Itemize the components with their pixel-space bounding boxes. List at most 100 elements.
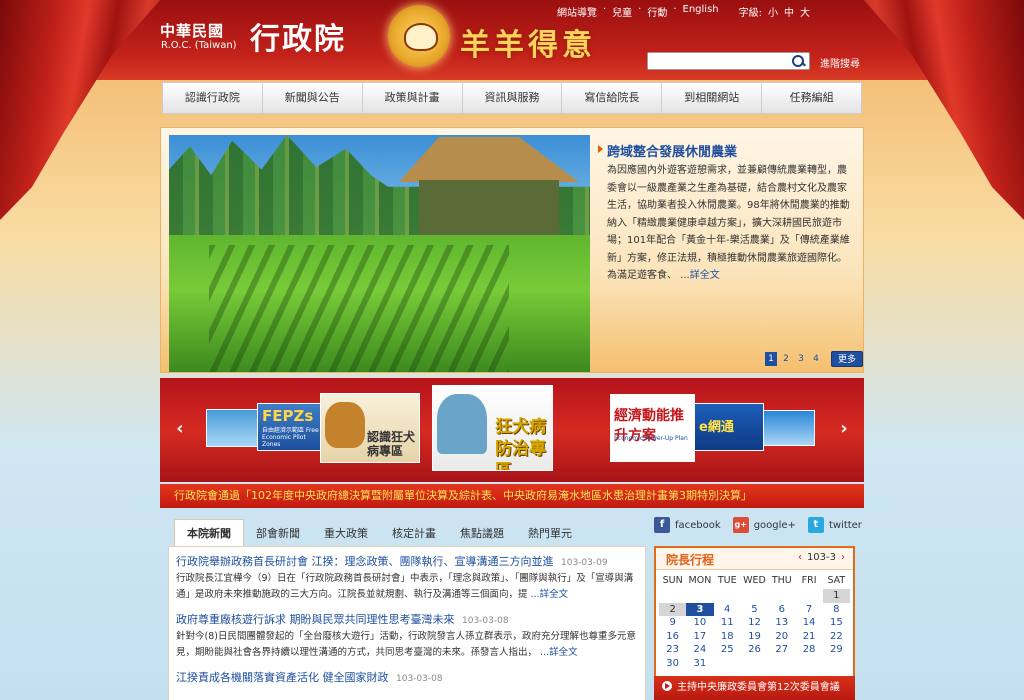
calendar-day[interactable]: 23 [659, 643, 686, 657]
font-size-large[interactable]: 大 [800, 4, 810, 19]
carousel-next-icon[interactable]: › [836, 418, 852, 439]
pager-page-1[interactable]: 1 [765, 352, 777, 366]
english-link[interactable]: English [683, 4, 719, 19]
calendar-day[interactable]: 7 [795, 603, 822, 617]
calendar-day[interactable]: 13 [768, 616, 795, 630]
calendar-day[interactable]: 26 [741, 643, 768, 657]
carousel-banner-7[interactable] [763, 410, 815, 446]
tab-focus-topics[interactable]: 焦點議題 [448, 522, 516, 546]
calendar-day[interactable]: 10 [686, 616, 713, 630]
calendar-day[interactable]: 18 [714, 630, 741, 644]
nav-task-forces[interactable]: 任務編組 [762, 83, 861, 113]
logo-org-chinese[interactable]: 中華民國 [160, 20, 224, 41]
carousel-banner-1[interactable] [206, 409, 261, 447]
google-plus-label: google+ [753, 519, 796, 531]
tab-cabinet-news[interactable]: 本院新聞 [174, 519, 244, 546]
calendar-day[interactable]: 2 [659, 602, 687, 616]
nav-policy[interactable]: 政策與計畫 [363, 83, 463, 113]
tab-popular[interactable]: 熱門單元 [516, 522, 584, 546]
pager-page-3[interactable]: 3 [795, 352, 807, 366]
calendar-day[interactable]: 5 [741, 603, 768, 617]
calendar-day[interactable]: 20 [768, 630, 795, 644]
facebook-link[interactable]: f facebook [654, 517, 721, 533]
calendar-header: 院長行程 ‹ 103-3 › [656, 548, 853, 570]
calendar-day[interactable]: 24 [686, 643, 713, 657]
tab-major-policies[interactable]: 重大政策 [312, 522, 380, 546]
site-logo[interactable]: 行政院 [250, 14, 346, 58]
tab-approved-plans[interactable]: 核定計畫 [380, 522, 448, 546]
calendar-day[interactable]: 29 [823, 643, 850, 657]
calendar-day[interactable]: 21 [795, 630, 822, 644]
font-size-small[interactable]: 小 [768, 4, 778, 19]
calendar-day[interactable]: 6 [768, 603, 795, 617]
pager-page-4[interactable]: 4 [810, 352, 822, 366]
calendar-day[interactable]: 19 [741, 630, 768, 644]
google-plus-link[interactable]: g+ google+ [732, 517, 796, 533]
calendar-day[interactable]: 11 [714, 616, 741, 630]
nav-related-sites[interactable]: 到相關網站 [662, 83, 763, 113]
carousel-banner-economic-power-up[interactable]: 經濟動能推升方案 Economic Power-Up Plan [610, 394, 695, 462]
pager-page-2[interactable]: 2 [780, 352, 792, 366]
search-input[interactable] [648, 53, 788, 69]
calendar-day[interactable]: 16 [659, 630, 686, 644]
news-title-link[interactable]: 政府尊重廠核遊行訴求 期盼與民眾共同理性思考臺灣未來 [176, 613, 455, 626]
search-icon[interactable] [789, 53, 807, 69]
nav-about[interactable]: 認識行政院 [163, 83, 263, 113]
calendar-day[interactable]: 31 [686, 657, 713, 671]
news-date: 103-03-09 [561, 558, 608, 568]
kids-link[interactable]: 兒童 [612, 4, 632, 19]
calendar-day[interactable]: 15 [823, 616, 850, 630]
advanced-search-link[interactable]: 進階搜尋 [820, 55, 860, 70]
nav-write-premier[interactable]: 寫信給院長 [562, 83, 663, 113]
calendar-empty-cell [823, 657, 850, 671]
carousel-banner-6[interactable]: e網通 [694, 403, 764, 451]
calendar-day[interactable]: 30 [659, 657, 686, 671]
calendar-day[interactable]: 28 [795, 643, 822, 657]
calendar-empty-cell [714, 589, 741, 603]
carousel-prev-icon[interactable]: ‹ [172, 418, 188, 439]
news-marquee[interactable]: 行政院會通過「102年度中央政府總決算暨附屬單位決算及綜計表、中央政府易淹水地區… [160, 484, 864, 508]
calendar-day[interactable]: 3 [686, 602, 714, 616]
twitter-link[interactable]: t twitter [807, 517, 862, 533]
calendar-day[interactable]: 4 [714, 603, 741, 617]
calendar-day[interactable]: 12 [741, 616, 768, 630]
calendar-day-of-week: TUE [717, 575, 737, 586]
calendar-day[interactable]: 1 [822, 589, 850, 603]
list-item: 政府尊重廠核遊行訴求 期盼與民眾共同理性思考臺灣未來 103-03-08 針對今… [176, 611, 638, 661]
calendar-event-link[interactable]: 主持中央廉政委員會第12次委員會議 [654, 676, 855, 700]
news-summary: 行政院長江宜樺今（9）日在「行政院政務首長研討會」中表示，「理念與政策」、「團隊… [176, 573, 634, 600]
calendar-day[interactable]: 22 [823, 630, 850, 644]
feature-title[interactable]: 跨域整合發展休閒農業 [597, 141, 737, 160]
calendar-empty-cell [741, 657, 768, 671]
logo-org-english[interactable]: R.O.C. (Taiwan) [161, 40, 237, 51]
font-size-medium[interactable]: 中 [784, 4, 794, 19]
calendar-day[interactable]: 8 [823, 603, 850, 617]
mobile-link[interactable]: 行動 [647, 4, 667, 19]
news-read-more-link[interactable]: ...詳全文 [540, 647, 578, 658]
more-button[interactable]: 更多 [831, 351, 864, 367]
calendar-day[interactable]: 27 [768, 643, 795, 657]
nav-info-services[interactable]: 資訊與服務 [463, 83, 563, 113]
news-date: 103-03-08 [462, 616, 509, 626]
banner-6-text: e網通 [699, 420, 734, 435]
fepzs-title: FEPZs [262, 407, 314, 425]
news-title-link[interactable]: 江揆責成各機關落實資產活化 健全國家財政 [176, 671, 389, 684]
calendar-day[interactable]: 17 [686, 630, 713, 644]
prev-month-icon[interactable]: ‹ [798, 552, 802, 563]
sitemap-link[interactable]: 網站導覽 [557, 4, 597, 19]
feature-photo[interactable] [169, 135, 590, 372]
list-item: 行政院舉辦政務首長研討會 江揆：理念政策、團隊執行、宣導溝通三方向並進 103-… [176, 553, 638, 603]
news-title-link[interactable]: 行政院舉辦政務首長研討會 江揆：理念政策、團隊執行、宣導溝通三方向並進 [176, 555, 554, 568]
carousel-banner-rabies-dog[interactable]: 認識狂犬病專區 [320, 393, 420, 463]
carousel-banner-fepzs[interactable]: FEPZs 自由經濟示範區 Free Economic Pilot Zones [257, 403, 327, 451]
news-read-more-link[interactable]: ...詳全文 [531, 589, 569, 600]
feature-read-more-link[interactable]: 詳全文 [690, 270, 720, 281]
calendar-day[interactable]: 25 [714, 643, 741, 657]
next-month-icon[interactable]: › [841, 552, 845, 563]
carousel-banner-rabies-prevention[interactable]: 狂犬病防治專區 [432, 385, 553, 471]
nav-news[interactable]: 新聞與公告 [263, 83, 363, 113]
calendar-day[interactable]: 9 [659, 616, 686, 630]
calendar-day-of-week: SAT [827, 575, 846, 586]
calendar-day[interactable]: 14 [795, 616, 822, 630]
tab-ministry-news[interactable]: 部會新聞 [244, 522, 312, 546]
